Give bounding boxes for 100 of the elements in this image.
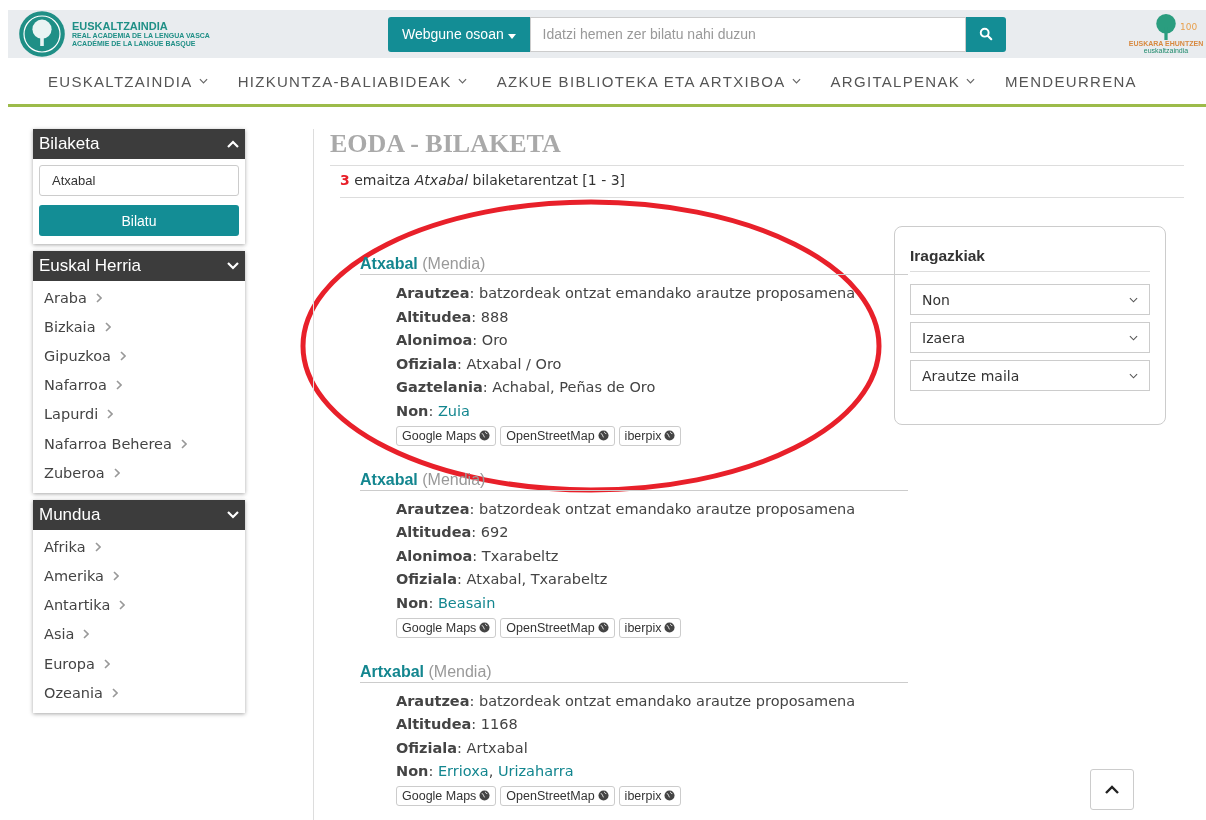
result-field: Ofiziala: Atxabal, Txarabeltz: [396, 568, 908, 592]
nav-link[interactable]: ARGITALPENAK: [830, 72, 976, 90]
chevron-right-icon: [104, 321, 111, 332]
caret-icon: [507, 34, 516, 39]
result-field: Arautzea: batzordeak ontzat emandako arautze proposamena: [396, 689, 908, 714]
filter-dropdown[interactable]: Izaera: [910, 322, 1150, 353]
result-field: Arautzea: batzordeak ontzat emandako arautze proposamena: [396, 282, 908, 306]
region-link[interactable]: Bizkaia: [44, 312, 245, 342]
region-link[interactable]: Ozeania: [44, 678, 245, 708]
chevron-down-icon: [1129, 334, 1138, 341]
region-link[interactable]: Gipuzkoa: [44, 341, 245, 371]
chevron-right-icon: [94, 541, 101, 552]
filters-title: Iragazkiak: [910, 243, 1150, 272]
result-field: Altitudea: 692: [396, 521, 908, 545]
chevron-right-icon: [113, 571, 119, 582]
panel-header[interactable]: Bilaketa: [33, 129, 245, 159]
result-type: (Mendia): [422, 470, 486, 488]
map-button[interactable]: OpenStreetMap: [500, 425, 615, 446]
nav-link[interactable]: HIZKUNTZA-BALIABIDEAK: [237, 72, 467, 90]
chevron-right-icon: [111, 687, 118, 698]
result-field: Altitudea: 1168: [396, 713, 908, 737]
result-summary: 3 emaitza Atxabal bilaketarentzat [1 - 3]: [340, 172, 1184, 198]
chevron-right-icon: [180, 438, 187, 449]
place-link[interactable]: Beasain: [437, 594, 496, 611]
globe-icon: [597, 430, 609, 442]
result-field: Altitudea: 888: [396, 305, 908, 330]
panel-header[interactable]: Euskal Herria: [33, 251, 245, 281]
globe-icon: [479, 790, 491, 802]
globe-icon: [664, 430, 676, 442]
chevron-down-icon: [1129, 372, 1138, 379]
map-button[interactable]: iberpix: [618, 785, 682, 806]
chevron-down-icon: [1129, 296, 1138, 303]
result-field: Arautzea: batzordeak ontzat emandako arautze proposamena: [396, 497, 908, 522]
map-button[interactable]: Google Maps: [396, 785, 497, 806]
nav-link[interactable]: AZKUE BIBLIOTEKA ETA ARTXIBOA: [496, 72, 801, 90]
region-link[interactable]: Antartika: [44, 590, 245, 620]
result-field: Gaztelania: Achabal, Peñas de Oro: [396, 376, 908, 400]
search-field[interactable]: Idatzi hemen zer bilatu nahi duzun: [529, 16, 966, 52]
chevron-down-icon: [791, 78, 801, 84]
tree-seal-icon[interactable]: [18, 10, 66, 58]
nav-link[interactable]: MENDEURRENA: [1005, 72, 1137, 90]
chevron-down-icon: [198, 78, 208, 84]
globe-icon: [664, 790, 676, 802]
result-type: (Mendia): [428, 662, 492, 680]
region-link[interactable]: Amerika: [44, 561, 245, 591]
place-link[interactable]: Urizaharra: [497, 763, 574, 780]
globe-icon: [664, 622, 676, 634]
chevron-right-icon: [119, 350, 126, 361]
result-field: Alonimoa: Txarabeltz: [396, 544, 908, 569]
region-link[interactable]: Nafarroa Beherea: [44, 428, 245, 459]
panel-title: Euskal Herria: [39, 256, 142, 276]
result-type: (Mendia): [422, 255, 486, 272]
chevron-down-icon: [966, 78, 976, 84]
map-button[interactable]: iberpix: [618, 617, 682, 638]
badge-number: 100: [1180, 24, 1198, 31]
map-button[interactable]: Google Maps: [396, 617, 497, 638]
scroll-top-button[interactable]: [1090, 769, 1134, 810]
search-button[interactable]: [965, 16, 1006, 52]
chevron-right-icon: [95, 292, 102, 303]
search-button[interactable]: Bilatu: [39, 205, 239, 236]
filter-dropdown[interactable]: Non: [910, 284, 1150, 315]
chevron-right-icon: [113, 467, 120, 478]
chevron-right-icon: [83, 629, 90, 640]
chevron-right-icon: [103, 658, 110, 669]
place-link[interactable]: Zuia: [437, 402, 470, 419]
place-link[interactable]: Errioxa: [437, 763, 489, 780]
page-title: EODA - BILAKETA: [330, 129, 1184, 166]
region-link[interactable]: Asia: [44, 619, 245, 650]
globe-icon: [597, 622, 609, 634]
globe-icon: [597, 790, 609, 802]
chevron-right-icon: [119, 600, 126, 611]
chevron-right-icon: [107, 409, 114, 420]
map-button[interactable]: iberpix: [618, 425, 682, 446]
globe-icon: [479, 622, 491, 634]
map-button[interactable]: Google Maps: [396, 425, 497, 446]
region-link[interactable]: Nafarroa: [44, 370, 245, 400]
region-link[interactable]: Afrika: [44, 532, 245, 562]
region-link[interactable]: Araba: [44, 283, 245, 313]
search-field[interactable]: Atxabal: [39, 165, 239, 196]
result-link[interactable]: Artxabal: [360, 662, 425, 680]
map-button[interactable]: OpenStreetMap: [500, 617, 615, 638]
region-link[interactable]: Lapurdi: [44, 399, 245, 429]
result-field: Non: Beasain: [396, 591, 908, 616]
logo-title: EUSKALTZAINDIA: [72, 20, 169, 32]
nav-link[interactable]: EUSKALTZAINDIA: [48, 72, 208, 90]
panel-title: Bilaketa: [39, 134, 100, 154]
scope-dropdown[interactable]: Webgune osoan: [388, 16, 530, 52]
region-link[interactable]: Europa: [44, 649, 245, 679]
chevron-right-icon: [115, 380, 122, 391]
result-link[interactable]: Atxabal: [360, 470, 418, 488]
result-field: Ofiziala: Atxabal / Oro: [396, 352, 908, 377]
panel-title: Mundua: [39, 505, 101, 526]
region-link[interactable]: Zuberoa: [44, 458, 245, 488]
panel-header[interactable]: Mundua: [33, 500, 245, 531]
map-button[interactable]: OpenStreetMap: [500, 785, 615, 806]
result-field: Non: Errioxa, Urizaharra: [396, 760, 908, 784]
globe-icon: [479, 430, 491, 442]
result-link[interactable]: Atxabal: [360, 255, 418, 272]
result-field: Alonimoa: Oro: [396, 329, 908, 353]
filter-dropdown[interactable]: Arautze maila: [910, 360, 1150, 391]
